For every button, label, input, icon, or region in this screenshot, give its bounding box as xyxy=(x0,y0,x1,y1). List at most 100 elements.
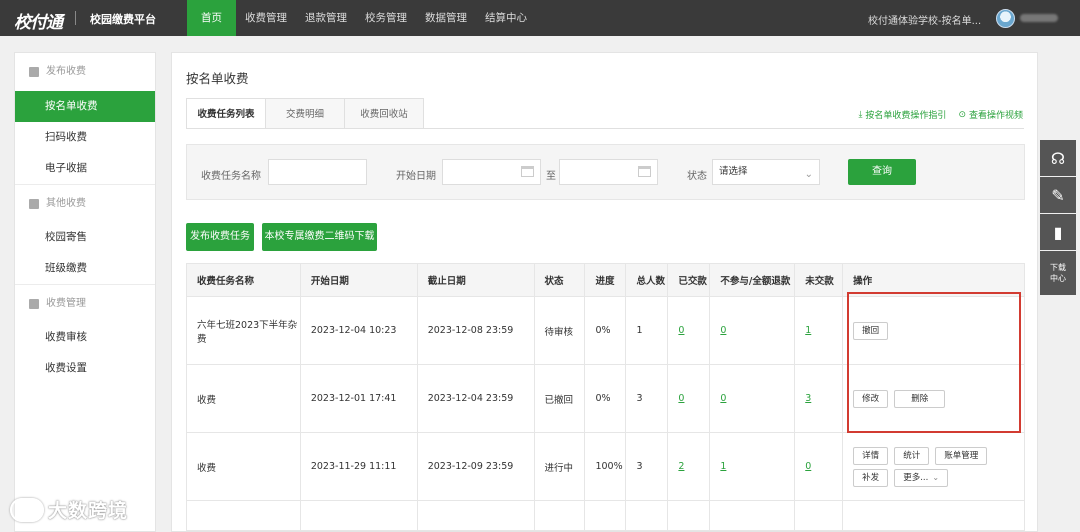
username-redacted[interactable] xyxy=(1020,14,1058,22)
cell-unpaid: 3 xyxy=(794,364,844,433)
filter-bar: 收费任务名称 开始日期 至 状态 请选择 ⌄ 查询 xyxy=(186,144,1025,200)
start-date-from-input[interactable] xyxy=(442,159,541,185)
status-select-value: 请选择 xyxy=(719,166,748,177)
sidebar-item-class-payment[interactable]: 班级缴费 xyxy=(15,253,155,284)
edit-button[interactable]: 修改 xyxy=(853,389,889,408)
nav-school-affairs[interactable]: 校务管理 xyxy=(356,0,416,36)
cell-start-date: 2023-12-04 10:23 xyxy=(299,296,418,365)
customer-service-icon[interactable]: ☊ xyxy=(1040,140,1076,176)
col-paid: 已交款 xyxy=(667,263,711,297)
cell-status: 已撤回 xyxy=(533,364,586,433)
school-name[interactable]: 校付通体验学校-按名单... xyxy=(868,12,984,27)
platform-name: 校园缴费平台 xyxy=(90,13,156,26)
tab-task-list[interactable]: 收费任务列表 xyxy=(187,98,266,129)
book-icon[interactable]: ▮ xyxy=(1040,214,1076,250)
watermark: 大数跨境 xyxy=(10,496,128,523)
task-name-input[interactable] xyxy=(268,159,367,185)
cell-unpaid: 0 xyxy=(794,432,844,501)
sidebar-item-fee-review[interactable]: 收费审核 xyxy=(15,322,155,353)
nav-home[interactable]: 首页 xyxy=(187,0,236,36)
stats-button[interactable]: 统计 xyxy=(894,446,930,465)
cell-start-date: 2023-12-01 17:41 xyxy=(299,364,418,433)
date-to-label: 至 xyxy=(546,171,556,182)
cell-status: 进行中 xyxy=(533,432,586,501)
publish-task-button[interactable]: 发布收费任务 xyxy=(186,223,254,251)
video-link-label: 查看操作视频 xyxy=(968,111,1023,121)
reissue-button[interactable]: 补发 xyxy=(853,468,889,487)
cell-unpaid: 1 xyxy=(794,296,844,365)
sidebar-group-label: 发布收费 xyxy=(46,66,86,77)
calendar-icon[interactable] xyxy=(521,166,534,177)
empty-cell xyxy=(794,500,844,531)
refund-count-link[interactable]: 1 xyxy=(720,461,726,472)
status-select[interactable]: 请选择 ⌄ xyxy=(712,159,820,185)
paid-count-link[interactable]: 0 xyxy=(678,393,684,404)
cell-progress: 100% xyxy=(584,432,627,501)
more-dropdown[interactable]: 更多... ⌄ xyxy=(894,468,949,487)
page-title: 按名单收费 xyxy=(186,71,249,86)
pen-icon[interactable]: ✎ xyxy=(1040,177,1076,213)
main-nav: 首页 收费管理 退款管理 校务管理 数据管理 结算中心 xyxy=(187,0,536,36)
download-center-label: 下载 xyxy=(1050,263,1066,272)
task-name-label: 收费任务名称 xyxy=(201,171,261,182)
tab-recycle-bin[interactable]: 收费回收站 xyxy=(345,98,424,129)
refund-count-link[interactable]: 0 xyxy=(720,325,726,336)
cell-progress: 0% xyxy=(584,364,627,433)
refund-count-link[interactable]: 0 xyxy=(720,393,726,404)
col-task-name: 收费任务名称 xyxy=(186,263,301,297)
cell-paid: 0 xyxy=(667,296,711,365)
nav-data-management[interactable]: 数据管理 xyxy=(416,0,476,36)
sidebar-item-scan-fee[interactable]: 扫码收费 xyxy=(15,122,155,153)
guide-link-label: 按名单收费操作指引 xyxy=(865,111,947,121)
video-link[interactable]: ⊙ 查看操作视频 xyxy=(958,108,1023,122)
main-panel: 按名单收费 收费任务列表 交费明细 收费回收站 ⤓ 按名单收费操作指引 ⊙ 查看… xyxy=(171,52,1038,532)
start-date-to-input[interactable] xyxy=(559,159,658,185)
unpaid-count-link[interactable]: 3 xyxy=(805,393,811,404)
paid-count-link[interactable]: 0 xyxy=(678,325,684,336)
col-operations: 操作 xyxy=(842,263,1025,297)
sidebar-group-publish: 发布收费 xyxy=(15,53,155,91)
guide-link[interactable]: ⤓ 按名单收费操作指引 xyxy=(858,108,947,122)
empty-cell xyxy=(667,500,711,531)
play-icon: ⊙ xyxy=(958,109,966,120)
details-button[interactable]: 详情 xyxy=(853,446,889,465)
empty-cell xyxy=(625,500,669,531)
sidebar-item-fee-settings[interactable]: 收费设置 xyxy=(15,353,155,384)
logo[interactable]: 校付通 xyxy=(14,8,63,33)
sidebar-item-list-fee[interactable]: 按名单收费 xyxy=(15,91,155,122)
empty-cell xyxy=(299,500,418,531)
delete-button[interactable]: 删除 xyxy=(894,389,946,408)
withdraw-button[interactable]: 撤回 xyxy=(853,321,889,340)
cell-end-date: 2023-12-09 23:59 xyxy=(416,432,535,501)
unpaid-count-link[interactable]: 0 xyxy=(805,461,811,472)
more-dropdown-label: 更多... xyxy=(903,472,929,483)
cell-operations: 撤回 xyxy=(842,296,1025,365)
bill-management-button[interactable]: 账单管理 xyxy=(935,446,988,465)
cell-task-name: 六年七班2023下半年杂费 xyxy=(186,296,301,365)
cell-total: 1 xyxy=(625,296,669,365)
calendar-icon[interactable] xyxy=(638,166,651,177)
watermark-logo-icon xyxy=(10,497,44,522)
nav-refund-management[interactable]: 退款管理 xyxy=(296,0,356,36)
col-unpaid: 未交款 xyxy=(794,263,844,297)
sidebar-item-e-receipt[interactable]: 电子收据 xyxy=(15,153,155,184)
download-center-button[interactable]: 下载 中心 xyxy=(1040,251,1076,295)
shield-icon xyxy=(29,298,39,309)
table-row xyxy=(186,500,1025,531)
download-center-label: 中心 xyxy=(1050,274,1066,283)
cell-progress: 0% xyxy=(584,296,627,365)
query-button[interactable]: 查询 xyxy=(848,159,916,185)
cell-start-date: 2023-11-29 11:11 xyxy=(299,432,418,501)
nav-fee-management[interactable]: 收费管理 xyxy=(236,0,296,36)
cell-operations: 详情 统计 账单管理 补发 更多... ⌄ xyxy=(842,432,1025,501)
paid-count-link[interactable]: 2 xyxy=(678,461,684,472)
unpaid-count-link[interactable]: 1 xyxy=(805,325,811,336)
avatar[interactable] xyxy=(996,9,1015,28)
nav-settlement-center[interactable]: 结算中心 xyxy=(476,0,536,36)
qr-download-button[interactable]: 本校专属缴费二维码下载 xyxy=(262,223,377,251)
tab-payment-details[interactable]: 交费明细 xyxy=(266,98,345,129)
cell-end-date: 2023-12-08 23:59 xyxy=(416,296,535,365)
sidebar-item-consignment[interactable]: 校园寄售 xyxy=(15,222,155,253)
cell-refund: 0 xyxy=(709,364,796,433)
grid-icon xyxy=(29,198,39,209)
